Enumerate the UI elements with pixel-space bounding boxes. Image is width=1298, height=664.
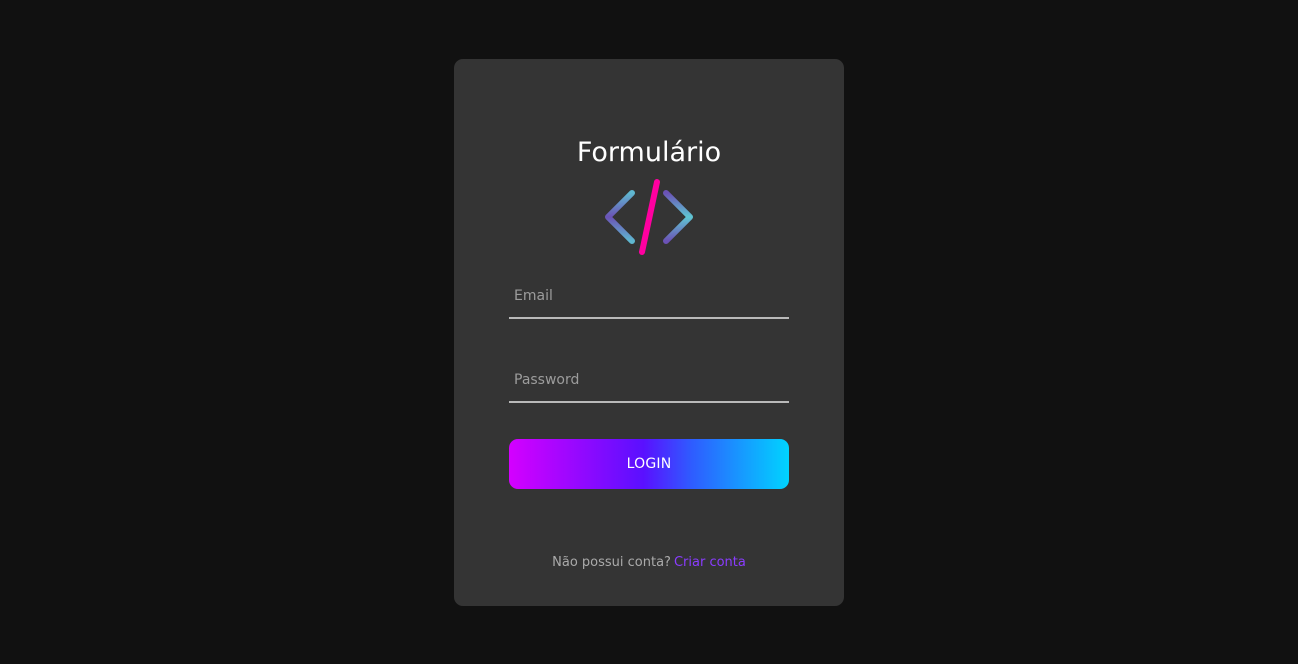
login-card: Formulário LOGIN bbox=[454, 59, 844, 606]
signup-prompt-text: Não possui conta? bbox=[552, 555, 671, 570]
create-account-link[interactable]: Criar conta bbox=[674, 555, 746, 570]
password-field-wrapper bbox=[509, 359, 789, 403]
password-input[interactable] bbox=[509, 359, 789, 401]
code-brackets-icon bbox=[602, 177, 696, 257]
form-title: Formulário bbox=[576, 137, 722, 168]
email-input[interactable] bbox=[509, 275, 789, 317]
email-field-wrapper bbox=[509, 275, 789, 319]
signup-prompt: Não possui conta? Criar conta bbox=[454, 553, 844, 573]
login-button[interactable]: LOGIN bbox=[509, 439, 789, 489]
